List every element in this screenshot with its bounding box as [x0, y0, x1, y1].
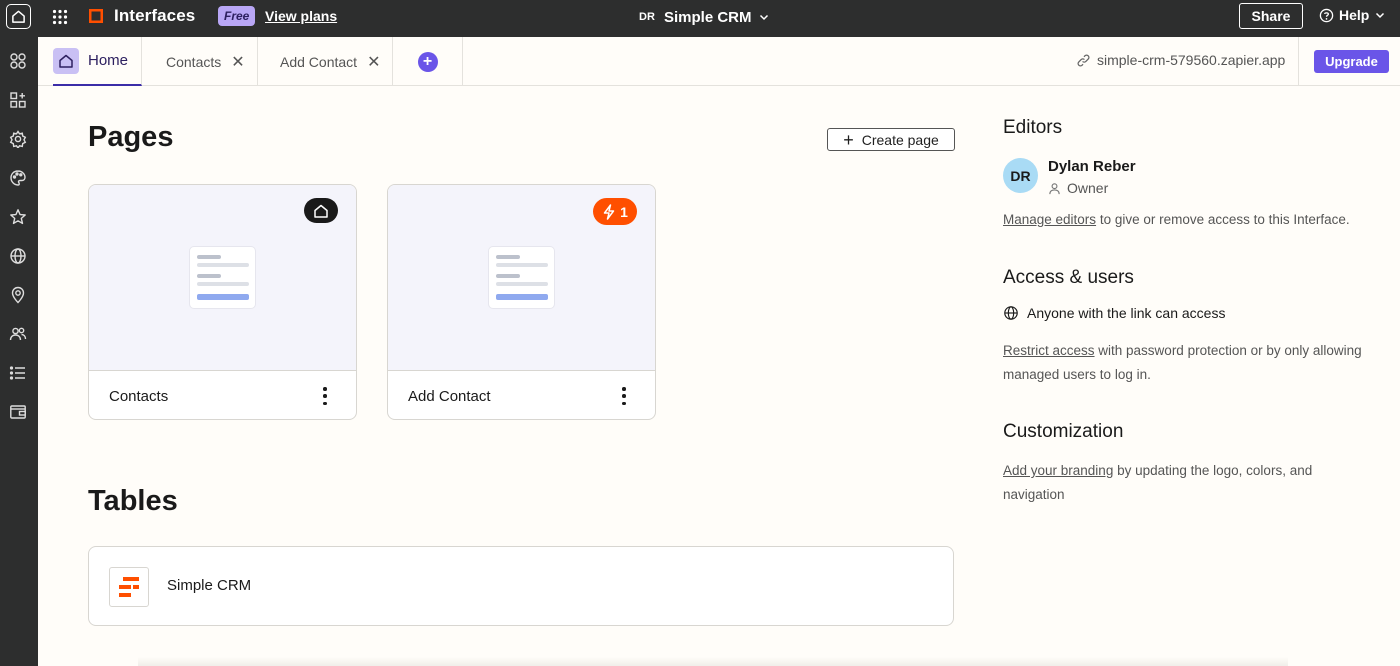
editor-role-label: Owner — [1067, 180, 1109, 196]
editor-role: Owner — [1048, 180, 1108, 196]
globe-icon[interactable] — [8, 246, 28, 266]
editors-heading: Editors — [1003, 117, 1063, 138]
manage-editors-link[interactable]: Manage editors — [1003, 212, 1096, 227]
tab-add-contact-label: Add Contact — [280, 53, 358, 70]
close-icon[interactable]: ✕ — [367, 52, 380, 72]
list-icon[interactable] — [8, 363, 28, 383]
create-page-button[interactable]: + Create page — [827, 128, 955, 151]
restrict-access-text: Restrict access with password protection… — [1003, 343, 1362, 382]
editor-name: Dylan Reber — [1048, 158, 1136, 175]
plus-icon: + — [417, 51, 438, 72]
add-tab-button[interactable]: + — [393, 37, 463, 86]
tab-home[interactable]: Home — [53, 37, 142, 86]
app-url-text: simple-crm-579560.zapier.app — [1097, 52, 1286, 68]
users-icon[interactable] — [8, 324, 28, 344]
tabs-bar: Home Contacts ✕ Add Contact ✕ + simple-c… — [38, 37, 1400, 86]
tab-contacts[interactable]: Contacts ✕ — [142, 37, 258, 86]
manage-editors-text: Manage editors to give or remove access … — [1003, 212, 1350, 227]
app-url[interactable]: simple-crm-579560.zapier.app — [1076, 52, 1285, 68]
divider — [1298, 37, 1299, 86]
pages-heading: Pages — [88, 121, 174, 153]
top-bar: Interfaces Free View plans DR Simple CRM… — [0, 0, 1400, 37]
tab-add-contact[interactable]: Add Contact ✕ — [258, 37, 393, 86]
help-icon — [1319, 8, 1334, 22]
page-card-add-contact[interactable]: 1 Add Contact — [387, 184, 656, 420]
page-card-title: Add Contact — [408, 388, 491, 405]
star-icon[interactable] — [8, 207, 28, 227]
lightning-icon — [603, 203, 615, 220]
create-page-label: Create page — [861, 131, 939, 148]
app-grid-icon[interactable] — [51, 8, 69, 26]
home-icon — [314, 204, 328, 218]
close-icon[interactable]: ✕ — [231, 52, 244, 72]
link-icon — [1077, 53, 1090, 67]
chevron-down-icon — [759, 14, 768, 21]
globe-icon — [1004, 306, 1018, 320]
wallet-icon[interactable] — [8, 402, 28, 422]
person-icon — [1049, 182, 1060, 194]
plus-icon: + — [843, 129, 854, 150]
project-avatar: DR — [636, 6, 658, 28]
zap-count: 1 — [620, 203, 628, 220]
home-icon[interactable] — [6, 4, 31, 29]
table-name: Simple CRM — [167, 577, 252, 594]
access-heading: Access & users — [1003, 267, 1134, 288]
help-button[interactable]: Help — [1319, 7, 1386, 23]
zap-trigger-badge[interactable]: 1 — [593, 198, 637, 225]
app-name: Interfaces — [114, 6, 196, 25]
chevron-down-icon — [1376, 12, 1385, 19]
share-button[interactable]: Share — [1239, 3, 1303, 29]
tables-heading: Tables — [88, 485, 178, 517]
palette-icon[interactable] — [8, 168, 28, 188]
interfaces-logo-icon — [88, 8, 104, 24]
customization-heading: Customization — [1003, 421, 1124, 442]
access-status: Anyone with the link can access — [1003, 305, 1225, 321]
home-icon — [53, 47, 79, 74]
settings-icon[interactable] — [8, 129, 28, 149]
page-preview-icon — [488, 246, 555, 309]
tab-contacts-label: Contacts — [166, 53, 222, 70]
main-panel: Home Contacts ✕ Add Contact ✕ + simple-c… — [38, 37, 1400, 666]
upgrade-button[interactable]: Upgrade — [1314, 50, 1389, 73]
page-card-title: Contacts — [109, 388, 169, 405]
branding-text: Add your branding by updating the logo, … — [1003, 463, 1313, 502]
page-card-contacts[interactable]: Contacts — [88, 184, 357, 420]
help-label: Help — [1339, 7, 1370, 23]
tab-home-label: Home — [88, 52, 129, 69]
more-options-icon[interactable] — [322, 387, 328, 405]
add-app-icon[interactable] — [8, 90, 28, 110]
home-page-badge — [304, 198, 338, 223]
left-rail — [0, 37, 38, 666]
access-status-label: Anyone with the link can access — [1027, 305, 1226, 321]
page-preview-icon — [189, 246, 256, 309]
location-icon[interactable] — [8, 285, 28, 305]
apps-icon[interactable] — [8, 51, 28, 71]
tables-logo-icon — [109, 567, 149, 607]
add-branding-link[interactable]: Add your branding — [1003, 463, 1113, 478]
scroll-shadow — [138, 657, 1288, 666]
restrict-access-link[interactable]: Restrict access — [1003, 343, 1095, 358]
more-options-icon[interactable] — [621, 387, 627, 405]
project-name: Simple CRM — [664, 8, 752, 26]
project-switcher[interactable]: DR Simple CRM — [636, 6, 770, 28]
avatar: DR — [1003, 158, 1038, 193]
table-item-simple-crm[interactable]: Simple CRM — [88, 546, 954, 626]
view-plans-link[interactable]: View plans — [265, 8, 337, 24]
plan-badge: Free — [218, 6, 256, 26]
